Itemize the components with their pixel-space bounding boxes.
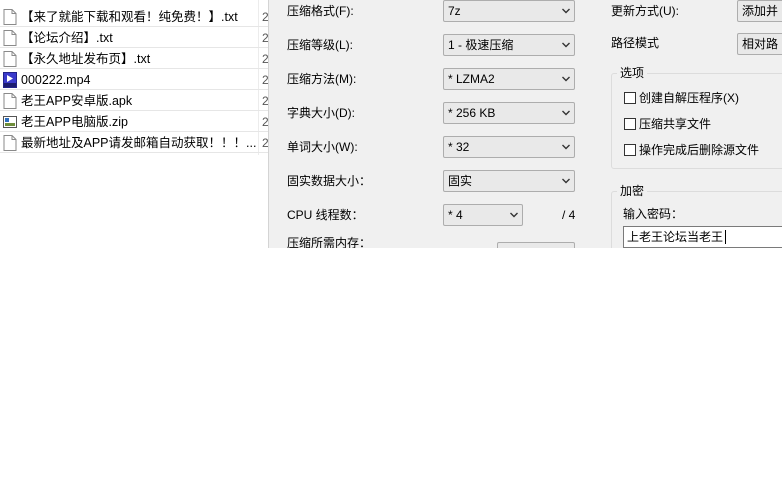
solid-block-value: 固实: [448, 174, 473, 188]
update-mode-select[interactable]: 添加并: [737, 0, 782, 22]
password-label: 输入密码：: [623, 207, 684, 221]
file-row[interactable]: 【来了就能下载和观看！纯免费！】.txt 2: [0, 7, 268, 27]
update-mode-value: 添加并: [742, 4, 779, 18]
solid-block-select[interactable]: 固实: [443, 170, 575, 192]
text-file-icon: [3, 30, 17, 46]
compression-level-select[interactable]: 1 - 极速压缩: [443, 34, 575, 56]
compression-method-value: * LZMA2: [448, 72, 495, 86]
path-mode-label: 路径模式: [611, 36, 660, 50]
cpu-threads-total: / 4: [562, 208, 576, 222]
cpu-threads-select[interactable]: * 4: [443, 204, 523, 226]
file-name: 【永久地址发布页】.txt: [21, 52, 151, 66]
mp4-file-icon: [3, 72, 17, 88]
compress-shared-checkbox[interactable]: [624, 118, 636, 130]
password-text: 上老王论坛当老王: [627, 230, 724, 244]
create-sfx-label: 创建自解压程序(X): [639, 91, 739, 105]
chevron-down-icon: [562, 110, 570, 116]
chevron-down-icon: [562, 8, 570, 14]
text-file-icon: [3, 135, 17, 151]
file-list: 【来了就能下载和观看！纯免费！】.txt 2 【论坛介绍】.txt 2 【永久地…: [0, 0, 268, 155]
add-to-archive-dialog: 压缩格式(F): 7z 压缩等级(L): 1 - 极速压缩 压缩方法(M): *…: [268, 0, 782, 248]
file-row[interactable]: 【论坛介绍】.txt 2: [0, 28, 268, 48]
compress-shared-label: 压缩共享文件: [639, 117, 712, 131]
zip-file-icon: [3, 116, 17, 128]
text-file-icon: [3, 9, 17, 25]
chevron-down-icon: [562, 76, 570, 82]
chevron-down-icon: [510, 212, 518, 218]
options-group-title: 选项: [617, 66, 648, 80]
file-name: 老王APP安卓版.apk: [21, 94, 133, 108]
memory-usage-label: 压缩所需内存：: [287, 236, 372, 248]
file-name: 最新地址及APP请发邮箱自动获取！！！....: [21, 136, 257, 150]
text-file-icon: [3, 51, 17, 67]
cpu-threads-value: * 4: [448, 208, 463, 222]
file-row[interactable]: 000222.mp4 2: [0, 70, 268, 90]
solid-block-label: 固实数据大小：: [287, 174, 372, 188]
text-caret: [725, 230, 726, 244]
file-row[interactable]: 【永久地址发布页】.txt 2: [0, 49, 268, 69]
word-size-value: * 32: [448, 140, 470, 154]
compression-level-label: 压缩等级(L):: [287, 38, 354, 52]
compression-method-select[interactable]: * LZMA2: [443, 68, 575, 90]
path-mode-select[interactable]: 相对路: [737, 33, 782, 55]
file-name: 000222.mp4: [21, 73, 91, 87]
word-size-select[interactable]: * 32: [443, 136, 575, 158]
chevron-down-icon: [562, 42, 570, 48]
dictionary-size-label: 字典大小(D):: [287, 106, 355, 120]
update-mode-label: 更新方式(U):: [611, 4, 679, 18]
cpu-threads-label: CPU 线程数：: [287, 208, 364, 222]
chevron-down-icon: [562, 178, 570, 184]
file-row[interactable]: 老王APP电脑版.zip 2: [0, 112, 268, 132]
archive-format-label: 压缩格式(F):: [287, 4, 354, 18]
dictionary-size-select[interactable]: * 256 KB: [443, 102, 575, 124]
delete-after-checkbox[interactable]: [624, 144, 636, 156]
encryption-group-title: 加密: [617, 184, 648, 198]
compression-method-label: 压缩方法(M):: [287, 72, 357, 86]
compression-level-value: 1 - 极速压缩: [448, 38, 514, 52]
file-name: 【来了就能下载和观看！纯免费！】.txt: [21, 10, 238, 24]
password-input[interactable]: 上老王论坛当老王: [623, 226, 782, 248]
file-name: 老王APP电脑版.zip: [21, 115, 128, 129]
archive-format-value: 7z: [448, 4, 461, 18]
file-name: 【论坛介绍】.txt: [21, 31, 113, 45]
memory-usage-value: [497, 242, 575, 248]
create-sfx-checkbox[interactable]: [624, 92, 636, 104]
dictionary-size-value: * 256 KB: [448, 106, 496, 120]
delete-after-label: 操作完成后删除源文件: [639, 143, 760, 157]
generic-file-icon: [3, 93, 17, 109]
file-row[interactable]: 老王APP安卓版.apk 2: [0, 91, 268, 111]
file-row[interactable]: 最新地址及APP请发邮箱自动获取！！！.... 2: [0, 133, 268, 153]
chevron-down-icon: [562, 144, 570, 150]
path-mode-value: 相对路: [742, 37, 779, 51]
word-size-label: 单词大小(W):: [287, 140, 358, 154]
archive-format-select[interactable]: 7z: [443, 0, 575, 22]
